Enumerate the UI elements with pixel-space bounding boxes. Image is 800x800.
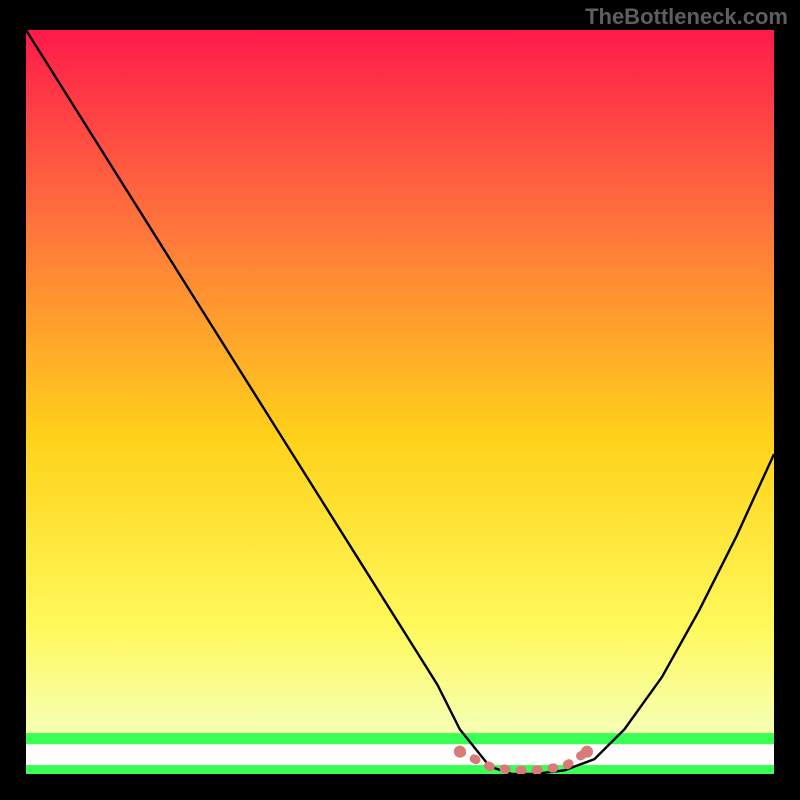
optimal-marker-dot [454, 746, 466, 758]
inner-white-band [26, 744, 774, 765]
green-band-bottom [26, 765, 774, 774]
plot-area [26, 30, 774, 774]
watermark-text: TheBottleneck.com [585, 4, 788, 30]
gradient-background [26, 30, 774, 774]
chart-container: TheBottleneck.com [0, 0, 800, 800]
bottleneck-chart-svg [26, 30, 774, 774]
optimal-marker-dot [581, 746, 593, 758]
green-band-top [26, 733, 774, 744]
